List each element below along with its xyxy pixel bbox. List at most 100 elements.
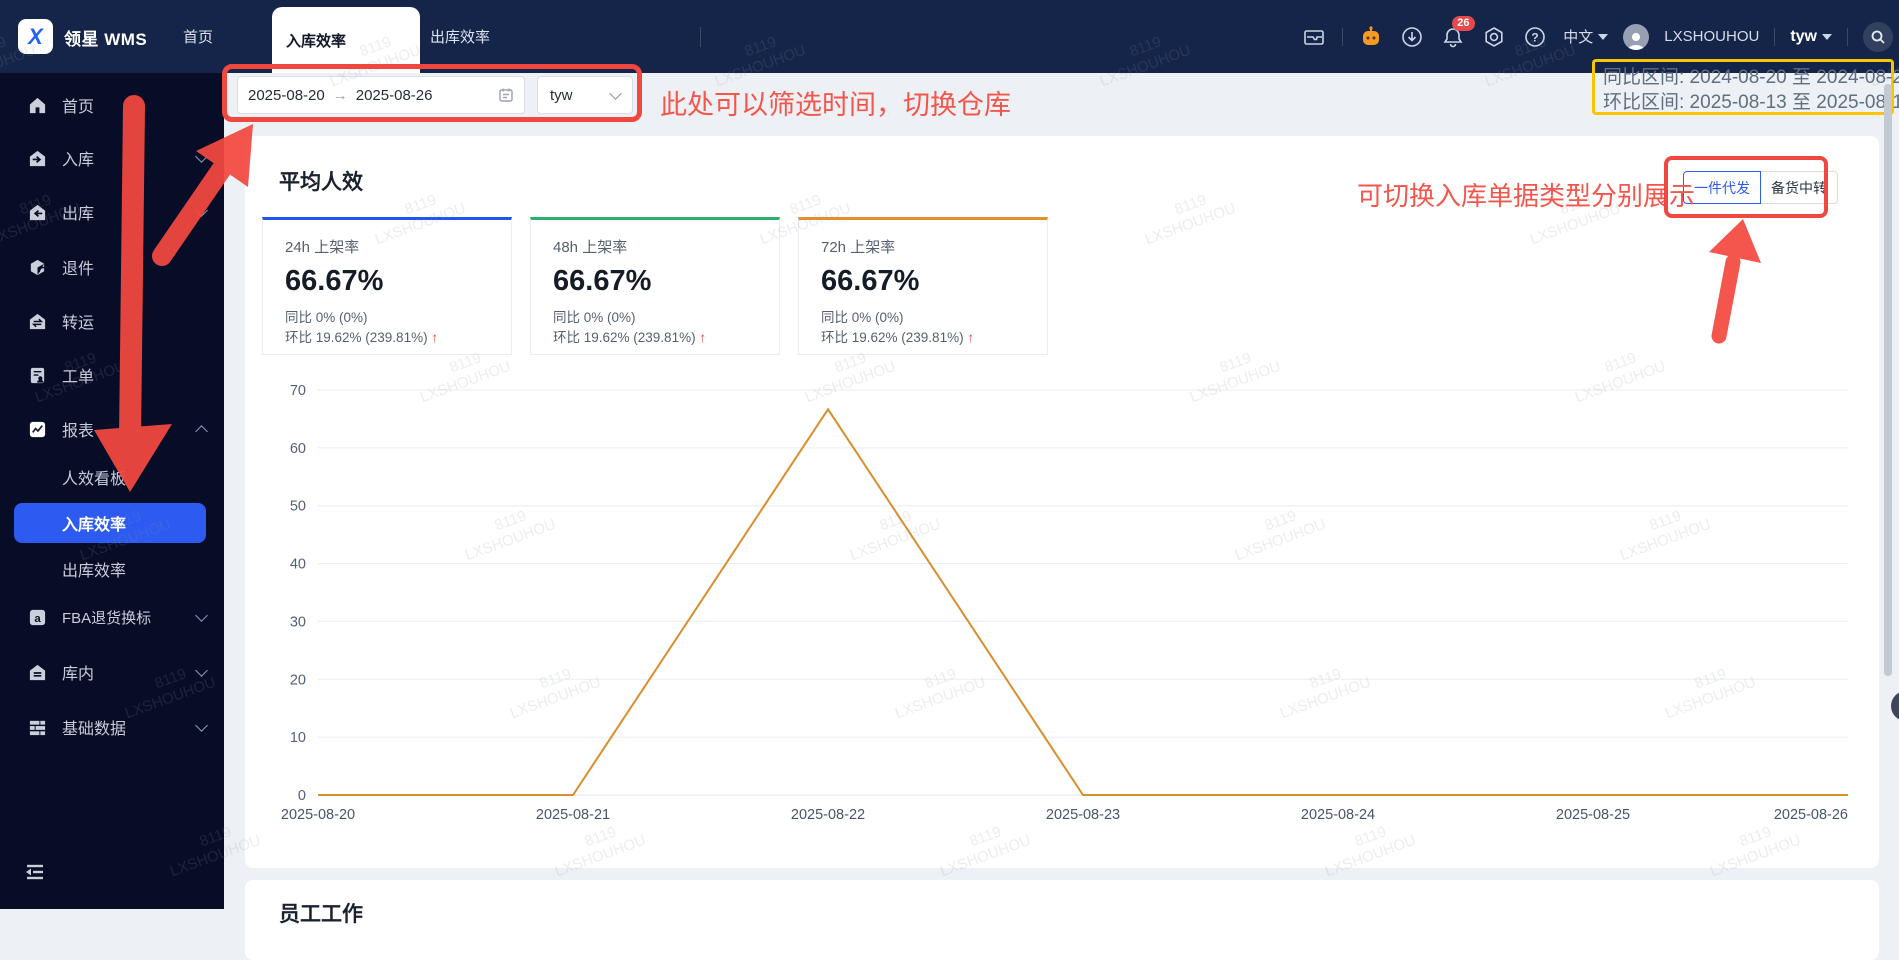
- svg-text:40: 40: [290, 557, 306, 573]
- stat-value: 66.67%: [285, 265, 384, 297]
- sidebar-item-label: 工单: [62, 369, 95, 386]
- sidebar-item-label: 基础数据: [62, 721, 127, 738]
- sidebar-item-inbound[interactable]: 入库: [0, 131, 224, 185]
- date-end: 2025-08-26: [355, 86, 433, 104]
- sidebar-item-label: 入库: [62, 152, 95, 169]
- panel-title: 平均人效: [279, 171, 363, 194]
- stat-value: 66.67%: [553, 265, 652, 297]
- tab-outbound-efficiency[interactable]: 出库效率: [430, 0, 490, 73]
- trend-up-icon: ↑: [967, 330, 975, 346]
- download-icon[interactable]: [1399, 24, 1425, 50]
- sidebar-item-transfer[interactable]: 转运: [0, 294, 224, 348]
- svg-text:0: 0: [298, 788, 306, 804]
- sidebar-item-outbound[interactable]: 出库: [0, 185, 224, 239]
- order-type-toggle: 一件代发 备货中转: [1683, 171, 1838, 204]
- username-label: LXSHOUHOU: [1664, 28, 1760, 45]
- brand-title: 领星 WMS: [64, 30, 148, 49]
- search-icon[interactable]: [1863, 21, 1893, 52]
- stat-mom: 环比 19.62% (239.81%) ↑: [285, 330, 439, 346]
- app-logo[interactable]: X: [18, 19, 53, 54]
- svg-text:60: 60: [290, 441, 306, 457]
- icon-divider: [1342, 27, 1344, 46]
- help-icon[interactable]: ?: [1522, 24, 1548, 50]
- report-icon: [29, 421, 46, 437]
- compare-interval-box: 同比区间: 2024-08-20 至 2024-08-26 环比区间: 2025…: [1592, 59, 1899, 115]
- annotation-text-toggle: 可切换入库单据类型分别展示: [1357, 181, 1696, 211]
- toggle-stock-transfer-button[interactable]: 备货中转: [1761, 171, 1838, 204]
- chevron-down-icon: [195, 149, 208, 163]
- date-start: 2025-08-20: [248, 86, 325, 104]
- svg-text:a: a: [34, 612, 41, 624]
- svg-text:2025-08-21: 2025-08-21: [536, 807, 610, 823]
- sidebar-item-label: 转运: [62, 315, 95, 332]
- sidebar-subitem-label: 出库效率: [62, 563, 127, 580]
- sidebar-item-home[interactable]: 首页: [0, 78, 224, 132]
- outbound-icon: [29, 204, 46, 220]
- sidebar-item-reports[interactable]: 报表: [0, 402, 224, 456]
- trend-up-icon: ↑: [431, 330, 439, 346]
- date-range-input[interactable]: 2025-08-20 → 2025-08-26: [237, 76, 525, 114]
- stat-value: 66.67%: [821, 265, 920, 297]
- bottom-panel-title: 员工工作: [279, 903, 363, 926]
- workspace-selector[interactable]: tyw: [1790, 28, 1832, 46]
- language-selector[interactable]: 中文: [1563, 26, 1609, 47]
- stat-yoy: 同比 0% (0%): [821, 310, 904, 325]
- sidebar-item-returns[interactable]: 退件: [0, 240, 224, 294]
- svg-text:2025-08-25: 2025-08-25: [1556, 807, 1630, 823]
- stat-label: 24h 上架率: [285, 239, 360, 256]
- home-icon: [29, 97, 46, 113]
- sidebar-subitem-efficiency-board[interactable]: 人效看板: [0, 455, 224, 499]
- sidebar-item-base-data[interactable]: 基础数据: [0, 700, 224, 754]
- sidebar-subitem-inbound-efficiency[interactable]: 入库效率: [14, 503, 206, 543]
- sidebar: 首页 入库 出库 退件 转运 工单 报表 人效看板 入库效率 出库效率 a FB…: [0, 73, 224, 909]
- sidebar-subitem-label: 人效看板: [62, 471, 127, 488]
- icon-divider: [1774, 27, 1776, 46]
- svg-text:20: 20: [290, 672, 306, 688]
- sidebar-item-label: 首页: [62, 99, 95, 116]
- sidebar-subitem-outbound-efficiency[interactable]: 出库效率: [0, 547, 224, 591]
- chevron-down-icon: [1822, 33, 1832, 40]
- sidebar-item-label: 报表: [62, 423, 95, 440]
- stat-label: 72h 上架率: [821, 239, 896, 256]
- stat-card-72h: 72h 上架率 66.67% 同比 0% (0%) 环比 19.62% (239…: [798, 217, 1048, 355]
- warehouse-select[interactable]: tyw: [537, 76, 633, 114]
- language-label: 中文: [1563, 29, 1594, 46]
- sidebar-item-label: 库内: [62, 666, 95, 683]
- stat-mom: 环比 19.62% (239.81%) ↑: [553, 330, 707, 346]
- stat-mom: 环比 19.62% (239.81%) ↑: [821, 330, 975, 346]
- scrollbar[interactable]: [1884, 84, 1892, 676]
- chevron-up-icon: [195, 424, 208, 438]
- tab-home[interactable]: 首页: [183, 0, 213, 73]
- tab-inbound-efficiency[interactable]: 入库效率: [272, 7, 420, 73]
- chevron-down-icon: [195, 663, 208, 677]
- sidebar-item-workorder[interactable]: 工单: [0, 348, 224, 402]
- trend-up-icon: ↑: [699, 330, 707, 346]
- svg-text:50: 50: [290, 499, 306, 515]
- sidebar-item-label: 退件: [62, 261, 95, 278]
- avatar[interactable]: [1623, 23, 1650, 50]
- settings-icon[interactable]: [1481, 24, 1507, 50]
- chevron-down-icon: [195, 203, 208, 217]
- stat-yoy: 同比 0% (0%): [553, 310, 636, 325]
- svg-text:2025-08-24: 2025-08-24: [1301, 807, 1375, 823]
- sidebar-item-label: FBA退货换标: [62, 609, 152, 627]
- stat-yoy: 同比 0% (0%): [285, 310, 368, 325]
- yoy-interval: 同比区间: 2024-08-20 至 2024-08-26: [1603, 67, 1899, 88]
- data-icon: [29, 720, 46, 735]
- annotation-text-filter: 此处可以筛选时间，切换仓库: [660, 90, 1011, 120]
- sidebar-item-in-warehouse[interactable]: 库内: [0, 645, 224, 699]
- mom-interval: 环比区间: 2025-08-13 至 2025-08-19: [1603, 92, 1899, 113]
- notification-badge: 26: [1452, 15, 1475, 31]
- warehouse-icon: [29, 664, 46, 680]
- sidebar-collapse-icon[interactable]: [24, 863, 46, 881]
- stat-card-24h: 24h 上架率 66.67% 同比 0% (0%) 环比 19.62% (239…: [262, 217, 512, 355]
- chevron-down-icon: [195, 718, 208, 732]
- main-content: 2025-08-20 → 2025-08-26 tyw 此处可以筛选时间，切换仓…: [222, 59, 1899, 960]
- ticket-icon: [30, 367, 45, 383]
- notification-bell-icon[interactable]: 26: [1440, 15, 1475, 50]
- sidebar-item-fba-relabel[interactable]: a FBA退货换标: [0, 590, 224, 644]
- mail-icon[interactable]: [1301, 24, 1327, 50]
- chevron-down-icon: [609, 86, 622, 100]
- robot-assistant-icon[interactable]: [1358, 24, 1384, 50]
- amazon-icon: a: [29, 609, 46, 625]
